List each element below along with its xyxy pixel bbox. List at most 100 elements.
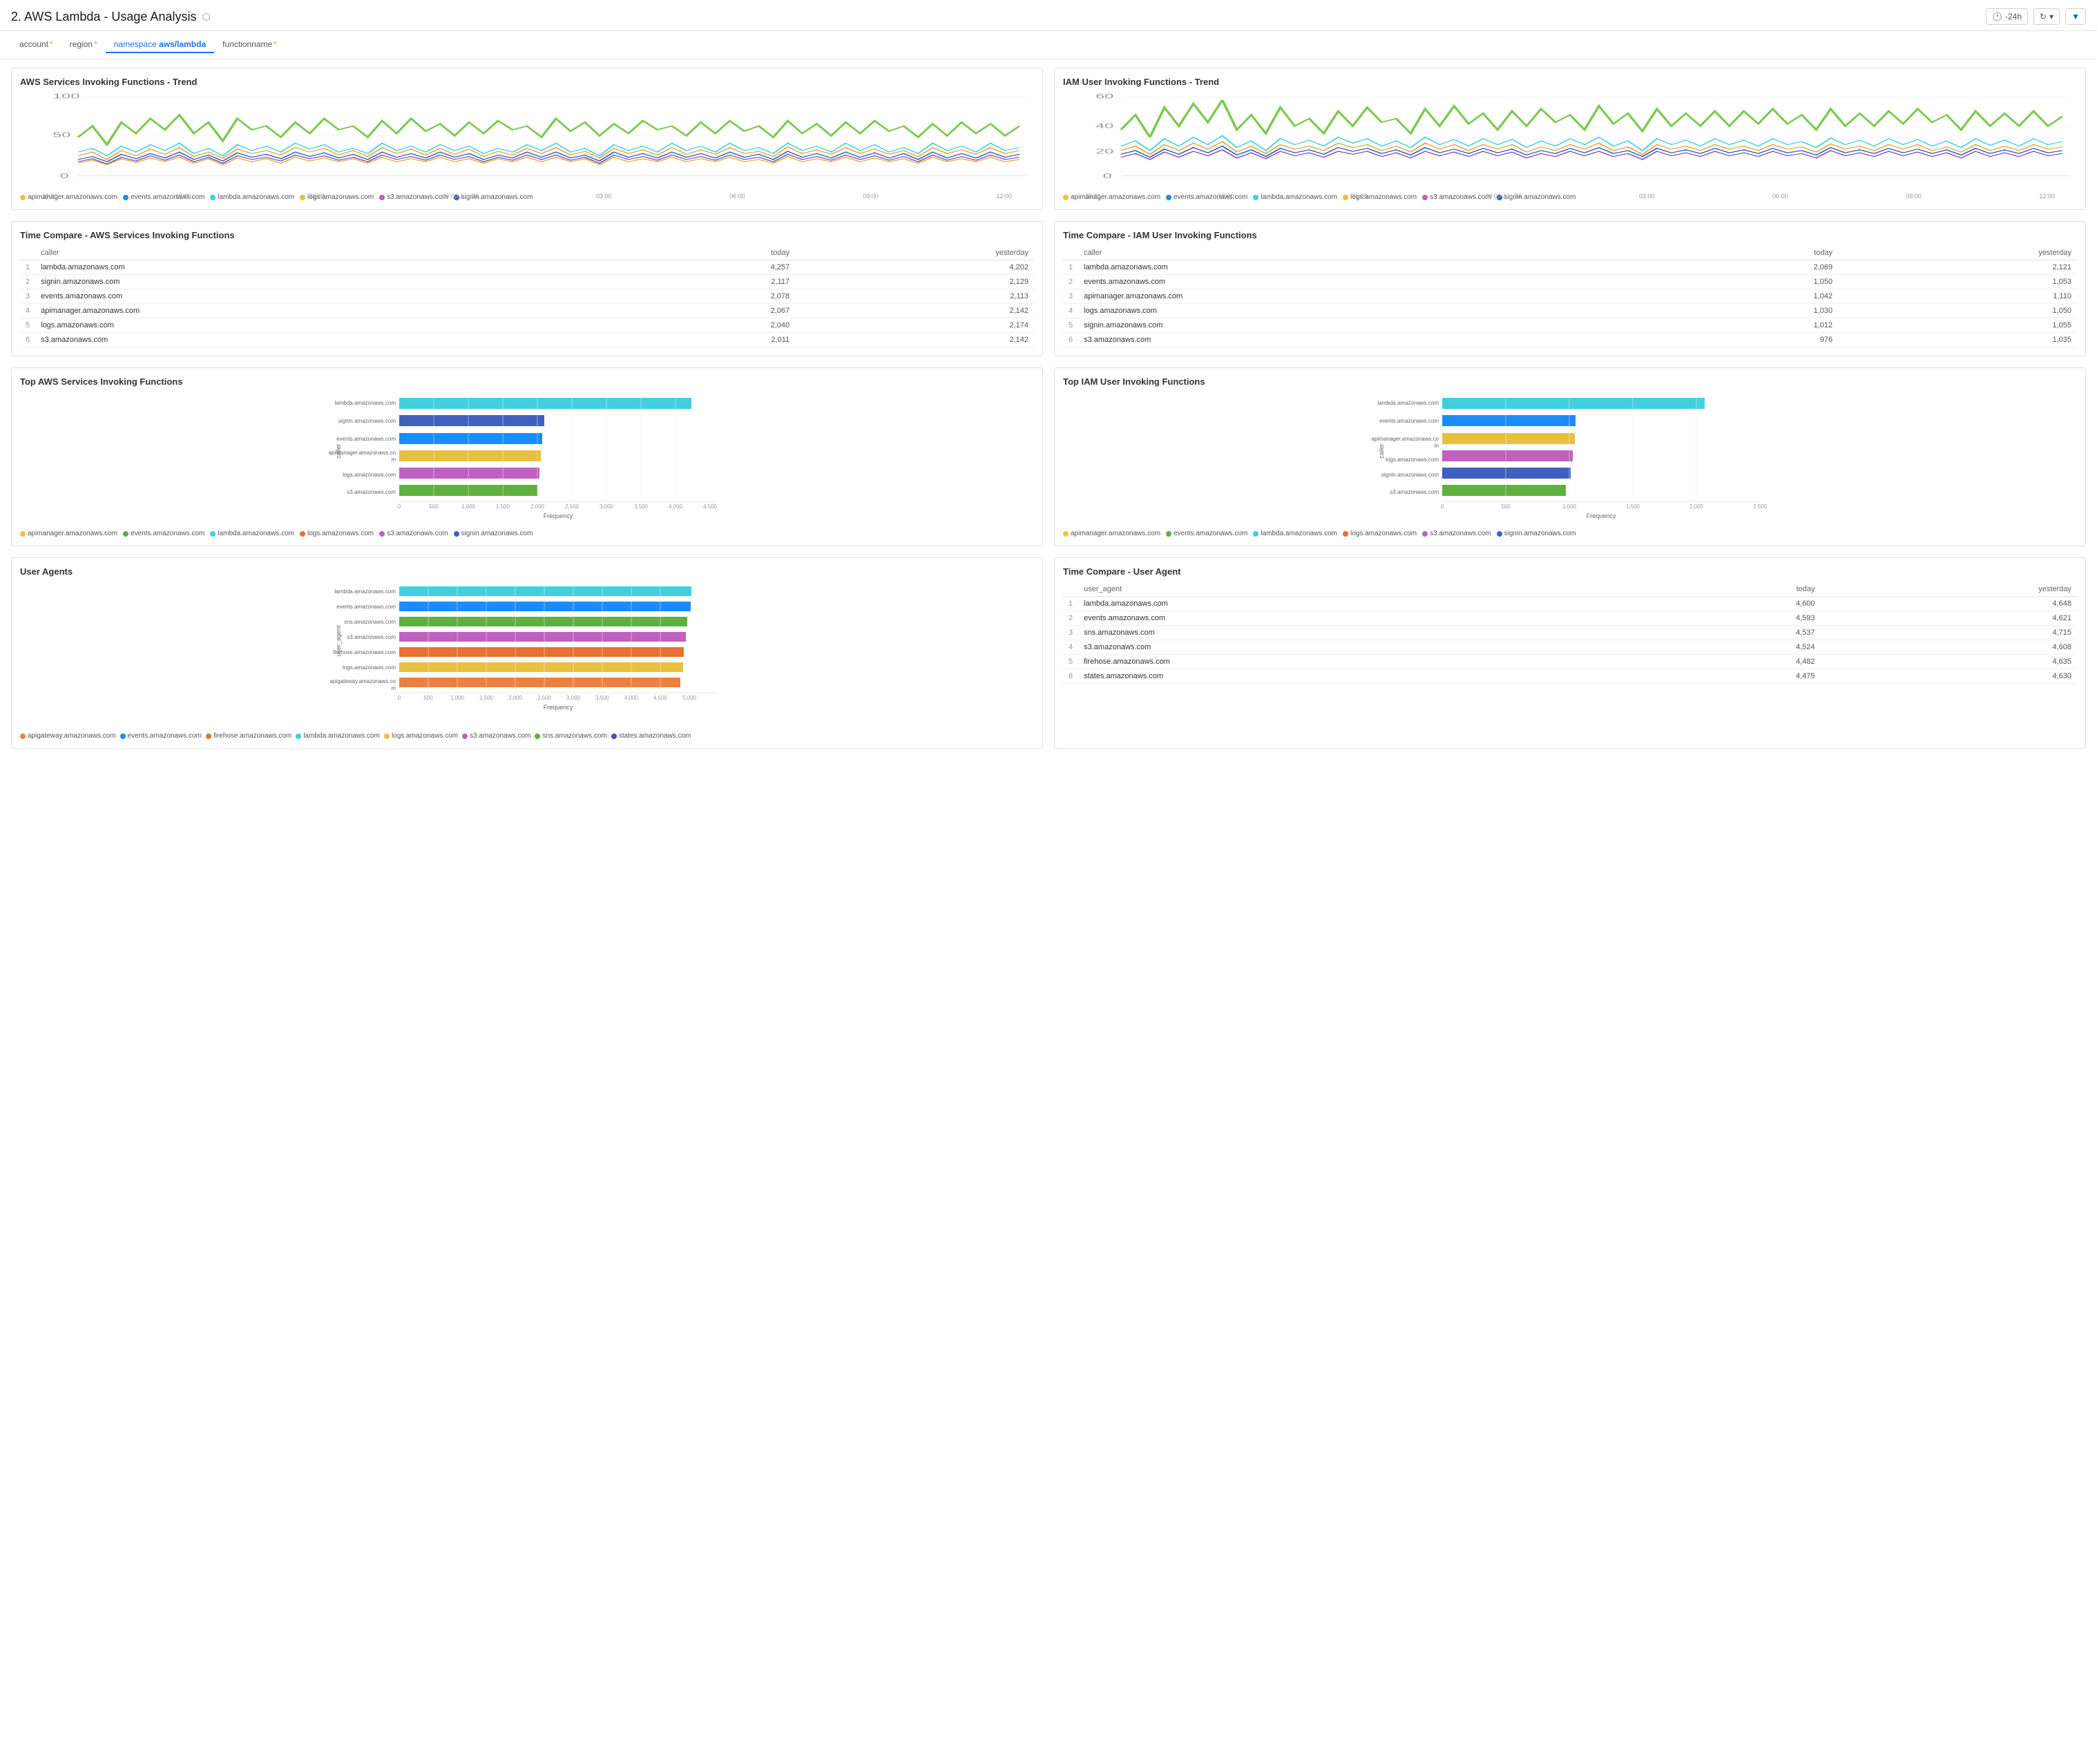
filter-namespace[interactable]: namespace aws/lambda bbox=[106, 37, 214, 53]
table-row: 6s3.amazonaws.com9761,035 bbox=[1063, 333, 2077, 347]
col-useragent: user_agent bbox=[1078, 582, 1645, 597]
table-row: 6s3.amazonaws.com2,0112,142 bbox=[20, 333, 1034, 347]
svg-text:logs.amazonaws.com: logs.amazonaws.com bbox=[343, 472, 396, 478]
page-title: 2. AWS Lambda - Usage Analysis bbox=[11, 10, 196, 24]
col-rank-ua bbox=[1063, 582, 1078, 597]
svg-text:500: 500 bbox=[429, 504, 439, 510]
useragent-compare-panel: Time Compare - User Agent user_agent tod… bbox=[1054, 557, 2086, 749]
svg-text:60: 60 bbox=[1095, 93, 1113, 100]
svg-text:apimanager.amazonaws.co: apimanager.amazonaws.co bbox=[1372, 436, 1439, 442]
svg-text:0: 0 bbox=[398, 504, 401, 510]
col-yesterday: yesterday bbox=[795, 246, 1034, 260]
iam-compare-panel: Time Compare - IAM User Invoking Functio… bbox=[1054, 221, 2086, 356]
table-row: 3events.amazonaws.com2,0782,113 bbox=[20, 289, 1034, 304]
clock-icon: 🕐 bbox=[1992, 12, 2002, 21]
iam-trend-x-labels: 15:00 18:00 21:00 00:00 Jun 24 03:00 06:… bbox=[1063, 193, 2077, 200]
svg-text:s3.amazonaws.com: s3.amazonaws.com bbox=[347, 634, 396, 640]
filter-bar: account * region * namespace aws/lambda … bbox=[0, 31, 2097, 59]
table-row: 5signin.amazonaws.com1,0121,055 bbox=[1063, 318, 2077, 333]
svg-text:apigateway.amazonaws.co: apigateway.amazonaws.co bbox=[330, 678, 396, 684]
svg-text:firehose.amazonaws.com: firehose.amazonaws.com bbox=[333, 649, 396, 655]
table-row: 4apimanager.amazonaws.com2,0672,142 bbox=[20, 304, 1034, 318]
svg-text:s3.amazonaws.com: s3.amazonaws.com bbox=[347, 489, 396, 495]
col-yesterday-ua: yesterday bbox=[1821, 582, 2077, 597]
svg-text:2,000: 2,000 bbox=[508, 695, 523, 701]
filter-functionname-label: functionname bbox=[222, 39, 272, 49]
user-agents-legend: apigateway.amazonaws.com events.amazonaw… bbox=[20, 732, 1034, 740]
filter-account[interactable]: account * bbox=[11, 37, 61, 53]
table-row: 2events.amazonaws.com1,0501,053 bbox=[1063, 275, 2077, 289]
filter-functionname[interactable]: functionname * bbox=[214, 37, 285, 53]
table-row: 1lambda.amazonaws.com4,2574,202 bbox=[20, 260, 1034, 275]
svg-text:s3.amazonaws.com: s3.amazonaws.com bbox=[1390, 489, 1439, 495]
svg-text:1,500: 1,500 bbox=[479, 695, 494, 701]
user-agents-row: User Agents lambda.amazonaws.com events.… bbox=[11, 557, 2086, 749]
svg-text:signin.amazonaws.com: signin.amazonaws.com bbox=[1381, 472, 1439, 478]
top-charts-row: Top AWS Services Invoking Functions lamb… bbox=[11, 367, 2086, 546]
trend-charts-row: AWS Services Invoking Functions - Trend … bbox=[11, 68, 2086, 210]
iam-trend-svg: 60 40 20 0 bbox=[1063, 93, 2077, 189]
svg-text:Frequency: Frequency bbox=[1587, 512, 1616, 519]
col-today-iam: today bbox=[1675, 246, 1838, 260]
svg-text:events.amazonaws.com: events.amazonaws.com bbox=[336, 436, 396, 442]
top-iam-legend: apimanager.amazonaws.com events.amazonaw… bbox=[1063, 530, 2077, 537]
refresh-button[interactable]: ↻ ▾ bbox=[2033, 8, 2060, 25]
table-row: 2signin.amazonaws.com2,1172,129 bbox=[20, 275, 1034, 289]
filter-namespace-label: namespace bbox=[114, 39, 159, 49]
time-range-label: -24h bbox=[2005, 12, 2022, 21]
table-row: 2events.amazonaws.com4,5934,621 bbox=[1063, 611, 2077, 626]
filter-region-asterisk: * bbox=[94, 39, 97, 49]
filter-account-label: account bbox=[19, 39, 48, 49]
svg-text:100: 100 bbox=[52, 93, 79, 100]
user-agents-svg: lambda.amazonaws.com events.amazonaws.co… bbox=[20, 582, 1034, 727]
user-agents-panel: User Agents lambda.amazonaws.com events.… bbox=[11, 557, 1043, 749]
svg-text:2,500: 2,500 bbox=[1753, 504, 1768, 510]
col-today: today bbox=[632, 246, 795, 260]
col-rank bbox=[20, 246, 35, 260]
svg-text:3,000: 3,000 bbox=[566, 695, 581, 701]
svg-text:lambda.amazonaws.com: lambda.amazonaws.com bbox=[1378, 400, 1439, 406]
iam-compare-table: caller today yesterday 1lambda.amazonaws… bbox=[1063, 246, 2077, 347]
svg-text:4,000: 4,000 bbox=[669, 504, 683, 510]
svg-text:Frequency: Frequency bbox=[544, 512, 573, 519]
svg-text:lambda.amazonaws.com: lambda.amazonaws.com bbox=[335, 400, 396, 406]
svg-text:caller: caller bbox=[1378, 443, 1385, 459]
svg-text:2,000: 2,000 bbox=[530, 504, 545, 510]
svg-text:4,000: 4,000 bbox=[624, 695, 639, 701]
filter-button[interactable]: ▼ bbox=[2065, 8, 2086, 25]
svg-text:events.amazonaws.com: events.amazonaws.com bbox=[336, 604, 396, 610]
svg-text:m: m bbox=[1434, 443, 1439, 449]
iam-trend-chart: 60 40 20 0 bbox=[1063, 93, 2077, 189]
filter-region[interactable]: region * bbox=[61, 37, 106, 53]
table-row: 3sns.amazonaws.com4,5374,715 bbox=[1063, 626, 2077, 640]
aws-compare-title: Time Compare - AWS Services Invoking Fun… bbox=[20, 230, 1034, 240]
svg-text:2,500: 2,500 bbox=[565, 504, 580, 510]
svg-text:2,000: 2,000 bbox=[1689, 504, 1704, 510]
svg-text:0: 0 bbox=[398, 695, 401, 701]
svg-text:caller: caller bbox=[335, 443, 342, 459]
iam-trend-panel: IAM User Invoking Functions - Trend 60 4… bbox=[1054, 68, 2086, 210]
compare-tables-row: Time Compare - AWS Services Invoking Fun… bbox=[11, 221, 2086, 356]
svg-text:logs.amazonaws.com: logs.amazonaws.com bbox=[1386, 457, 1439, 463]
filter-functionname-asterisk: * bbox=[274, 39, 277, 49]
svg-text:0: 0 bbox=[1441, 504, 1444, 510]
aws-compare-table: caller today yesterday 1lambda.amazonaws… bbox=[20, 246, 1034, 347]
chevron-down-icon: ▾ bbox=[2049, 12, 2053, 21]
iam-trend-title: IAM User Invoking Functions - Trend bbox=[1063, 77, 2077, 87]
iam-compare-title: Time Compare - IAM User Invoking Functio… bbox=[1063, 230, 2077, 240]
svg-text:Frequency: Frequency bbox=[544, 704, 573, 711]
svg-text:sns.amazonaws.com: sns.amazonaws.com bbox=[344, 619, 396, 625]
aws-compare-panel: Time Compare - AWS Services Invoking Fun… bbox=[11, 221, 1043, 356]
filter-icon: ▼ bbox=[2071, 12, 2080, 21]
user-agents-title: User Agents bbox=[20, 566, 1034, 577]
useragent-compare-table: user_agent today yesterday 1lambda.amazo… bbox=[1063, 582, 2077, 684]
aws-trend-chart: 100 50 0 bbox=[20, 93, 1034, 189]
table-row: 5logs.amazonaws.com2,0402,174 bbox=[20, 318, 1034, 333]
col-today-ua: today bbox=[1645, 582, 1821, 597]
time-range-button[interactable]: 🕐 -24h bbox=[1986, 8, 2028, 25]
aws-trend-panel: AWS Services Invoking Functions - Trend … bbox=[11, 68, 1043, 210]
share-icon[interactable]: ⬡ bbox=[202, 11, 210, 23]
svg-text:1,500: 1,500 bbox=[1626, 504, 1640, 510]
col-caller: caller bbox=[35, 246, 632, 260]
svg-text:500: 500 bbox=[1501, 504, 1511, 510]
